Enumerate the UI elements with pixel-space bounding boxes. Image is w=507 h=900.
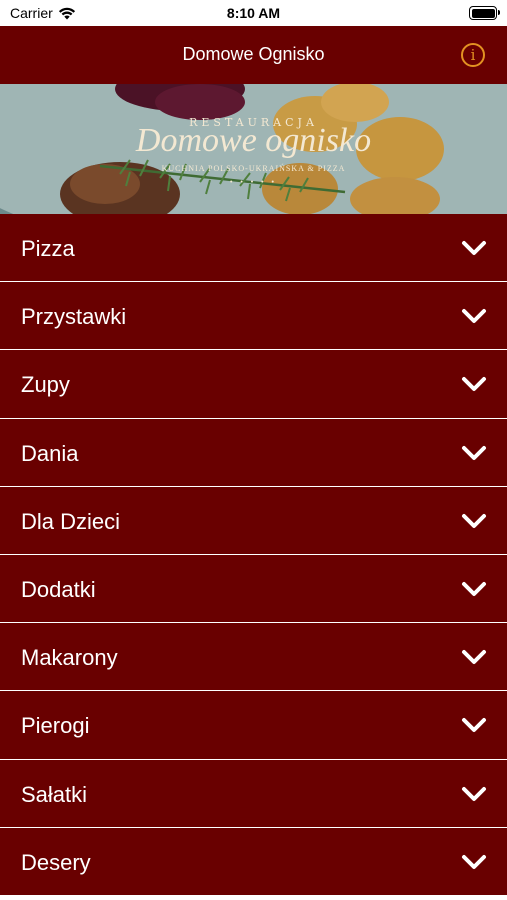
chevron-down-icon xyxy=(462,309,486,324)
status-bar: Carrier 8:10 AM xyxy=(0,0,507,26)
clock: 8:10 AM xyxy=(226,5,281,21)
info-icon[interactable]: i xyxy=(461,43,485,67)
category-label: Przystawki xyxy=(21,304,127,330)
category-label: Makarony xyxy=(21,645,118,671)
category-list: Pizza Przystawki Zupy Dania Dla Dzieci D… xyxy=(0,214,507,896)
banner-logo-text: Domowe ognisko xyxy=(135,122,372,159)
chevron-down-icon xyxy=(462,786,486,801)
category-label: Dodatki xyxy=(21,576,96,602)
chevron-down-icon xyxy=(462,650,486,665)
category-pierogi[interactable]: Pierogi xyxy=(0,691,507,760)
category-przystawki[interactable]: Przystawki xyxy=(0,282,507,351)
category-dla-dzieci[interactable]: Dla Dzieci xyxy=(0,486,507,555)
category-label: Pierogi xyxy=(21,713,90,739)
chevron-down-icon xyxy=(462,377,486,392)
category-label: Sałatki xyxy=(21,781,88,807)
chevron-down-icon xyxy=(462,854,486,869)
banner-subtitle: KUCHNIA POLSKO-UKRAIŃSKA & PIZZA xyxy=(161,164,346,173)
category-dania[interactable]: Dania xyxy=(0,418,507,487)
chevron-down-icon xyxy=(462,241,486,255)
page-title: Domowe Ognisko xyxy=(182,44,325,64)
category-zupy[interactable]: Zupy xyxy=(0,350,507,419)
nav-bar: Domowe Ognisko i xyxy=(0,26,507,84)
banner-ornament: • • • • • xyxy=(229,179,278,186)
chevron-down-icon xyxy=(462,581,486,596)
category-label: Dla Dzieci xyxy=(21,508,121,534)
category-salatki[interactable]: Sałatki xyxy=(0,759,507,828)
category-label: Dania xyxy=(21,440,79,466)
header-banner: RESTAURACJA Domowe ognisko KUCHNIA POLSK… xyxy=(0,84,507,214)
category-makarony[interactable]: Makarony xyxy=(0,623,507,692)
category-dodatki[interactable]: Dodatki xyxy=(0,554,507,624)
category-label: Desery xyxy=(21,849,91,875)
category-label: Zupy xyxy=(21,372,70,398)
chevron-down-icon xyxy=(462,513,486,528)
chevron-down-icon xyxy=(462,718,486,733)
battery-icon xyxy=(469,6,500,20)
chevron-down-icon xyxy=(462,445,486,460)
category-desery[interactable]: Desery xyxy=(0,827,507,896)
category-pizza[interactable]: Pizza xyxy=(0,214,507,283)
category-label: Pizza xyxy=(21,236,75,261)
